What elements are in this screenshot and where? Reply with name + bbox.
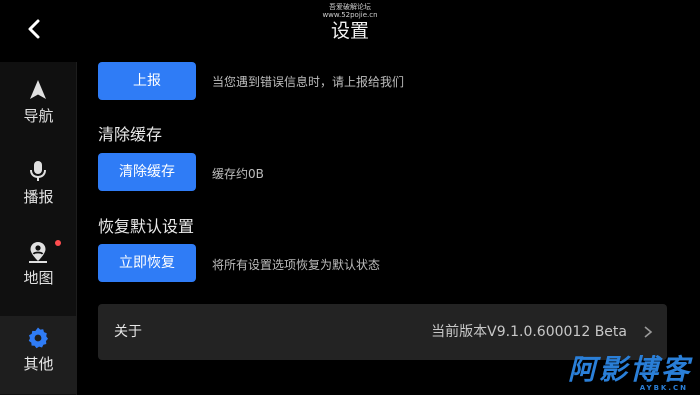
sidebar-item-broadcast[interactable]: 播报 xyxy=(0,149,77,227)
navigation-arrow-icon xyxy=(26,78,50,102)
sidebar-item-label: 地图 xyxy=(23,269,54,287)
report-hint: 当您遇到错误信息时，请上报给我们 xyxy=(212,75,405,89)
clear-cache-button[interactable]: 清除缓存 xyxy=(98,153,196,191)
report-button[interactable]: 上报 xyxy=(98,62,196,100)
restore-hint: 将所有设置选项恢复为默认状态 xyxy=(212,258,381,272)
header-bar: 吾爱破解论坛 www.52pojie.cn 设置 xyxy=(0,0,700,58)
about-row[interactable]: 关于 当前版本V9.1.0.600012 Beta xyxy=(98,304,667,360)
brand-watermark: 阿影博客 AYBK.CN xyxy=(532,354,692,394)
sidebar-item-other[interactable]: 其他 xyxy=(0,316,77,394)
gear-icon xyxy=(26,326,50,350)
sidebar-item-label: 播报 xyxy=(23,188,54,206)
sidebar-item-map[interactable]: 地图 xyxy=(0,230,77,308)
microphone-icon xyxy=(26,159,50,183)
watermark-line-1: 吾爱破解论坛 xyxy=(329,3,371,11)
sidebar: 导航 播报 地图 其他 xyxy=(0,62,77,395)
notification-dot xyxy=(55,240,61,246)
settings-content: 上报 当您遇到错误信息时，请上报给我们 清除缓存 清除缓存 缓存约0B 恢复默认… xyxy=(77,58,700,395)
chevron-right-icon xyxy=(641,324,655,340)
cache-size-hint: 缓存约0B xyxy=(212,167,264,181)
about-label: 关于 xyxy=(114,324,142,340)
page-title: 设置 xyxy=(330,20,369,42)
brand-watermark-text: 阿影博客 xyxy=(567,353,692,386)
clear-cache-title: 清除缓存 xyxy=(98,125,163,144)
sidebar-item-navigation[interactable]: 导航 xyxy=(0,68,77,146)
watermark-text: 吾爱破解论坛 www.52pojie.cn xyxy=(0,3,700,19)
version-text: 当前版本V9.1.0.600012 Beta xyxy=(431,324,627,340)
restore-now-button[interactable]: 立即恢复 xyxy=(98,244,196,282)
brand-watermark-domain: AYBK.CN xyxy=(639,384,688,392)
sidebar-item-label: 导航 xyxy=(23,107,54,125)
reset-defaults-title: 恢复默认设置 xyxy=(98,217,195,236)
map-pin-icon xyxy=(26,240,50,264)
sidebar-item-label: 其他 xyxy=(23,355,54,373)
